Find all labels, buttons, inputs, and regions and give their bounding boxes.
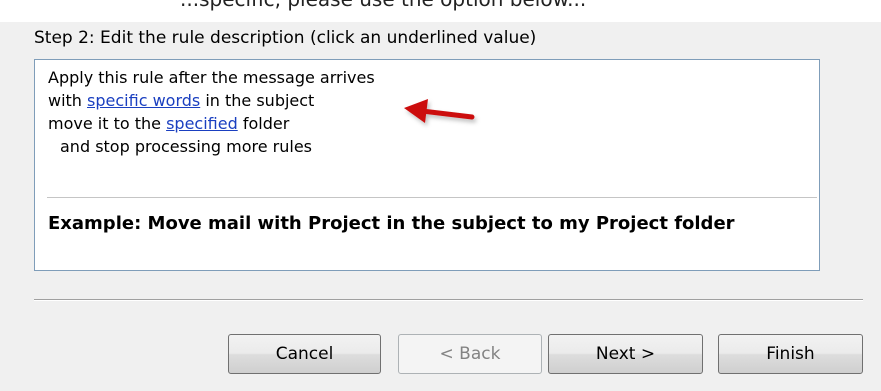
rules-wizard-dialog: ...specific, please use the option below…: [0, 0, 881, 391]
rule-description-box: Apply this rule after the message arrive…: [34, 59, 820, 271]
rule-line-condition-suffix: in the subject: [200, 91, 315, 110]
rule-example-text: Example: Move mail with Project in the s…: [48, 213, 735, 234]
rule-line-condition-prefix: with: [48, 91, 88, 110]
dialog-separator-highlight: [34, 300, 863, 301]
rule-line-stop: and stop processing more rules: [60, 137, 313, 156]
finish-button[interactable]: Finish: [718, 334, 863, 374]
rule-line-arrival: Apply this rule after the message arrive…: [48, 68, 375, 87]
rule-line-action-prefix: move it to the: [48, 114, 167, 133]
step-2-label: Step 2: Edit the rule description (click…: [34, 28, 537, 48]
specific-words-link[interactable]: specific words: [87, 91, 200, 110]
description-divider: [47, 197, 817, 198]
next-button[interactable]: Next >: [548, 334, 703, 374]
rule-line-action: move it to the specified folder: [48, 114, 289, 134]
red-arrow-icon: [404, 99, 475, 123]
rule-line-condition: with specific words in the subject: [48, 91, 314, 111]
rule-line-action-suffix: folder: [237, 114, 290, 133]
specified-folder-link[interactable]: specified: [166, 114, 238, 133]
cancel-button[interactable]: Cancel: [228, 334, 381, 374]
cropped-header-text: ...specific, please use the option below…: [0, 0, 881, 22]
cropped-header-label: ...specific, please use the option below…: [180, 0, 586, 11]
back-button[interactable]: < Back: [398, 334, 542, 374]
